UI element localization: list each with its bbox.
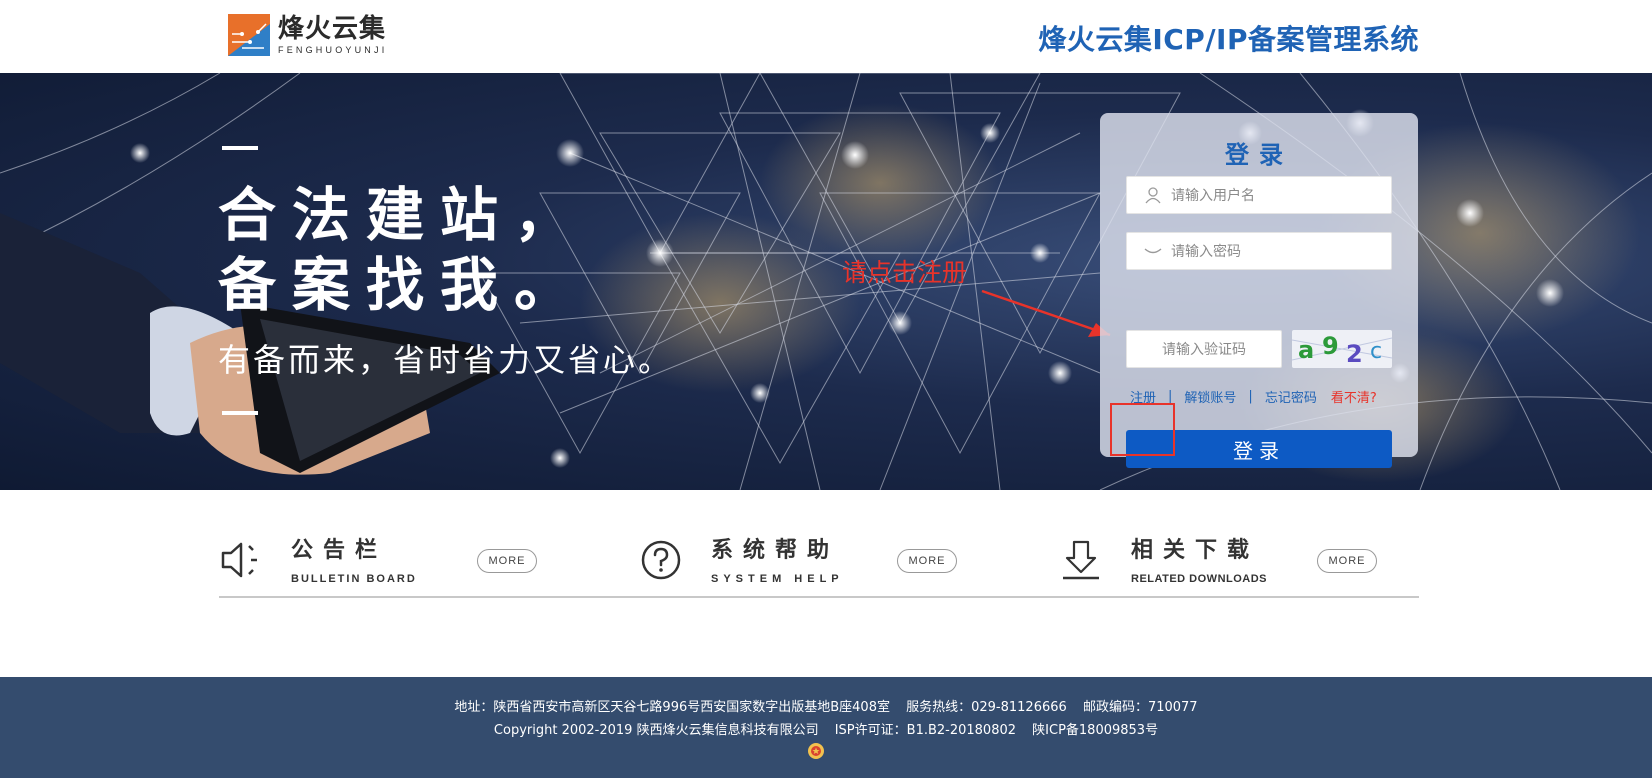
refresh-captcha-link[interactable]: 看不清? bbox=[1331, 387, 1377, 406]
svg-text:2: 2 bbox=[1346, 340, 1363, 368]
slogan-bottom-dash bbox=[222, 411, 258, 415]
help-subtitle: SYSTEM HELP bbox=[711, 573, 844, 585]
logo-en-text: FENGHUOYUNJI bbox=[278, 45, 388, 55]
downloads-more-button[interactable]: MORE bbox=[1317, 549, 1377, 573]
svg-text:c: c bbox=[1370, 339, 1382, 364]
header: 烽火云集 FENGHUOYUNJI 烽火云集ICP/IP备案管理系统 bbox=[0, 0, 1652, 73]
logo-mark-icon bbox=[228, 14, 270, 56]
help-title: 系统帮助 bbox=[711, 538, 840, 563]
footer-copyright-line: Copyright 2002-2019 陕西烽火云集信息科技有限公司 ISP许可… bbox=[0, 719, 1652, 738]
password-input[interactable]: 请输入密码 bbox=[1126, 232, 1392, 270]
footer-isp-license: ISP许可证：B1.B2-20180802 bbox=[834, 723, 1017, 738]
slogan-line-1: 合法建站， bbox=[218, 181, 589, 249]
downloads-subtitle: RELATED DOWNLOADS bbox=[1131, 573, 1268, 585]
footer-icp-link[interactable]: 陕ICP备18009853号 bbox=[1032, 723, 1158, 738]
password-placeholder: 请输入密码 bbox=[1171, 244, 1241, 260]
system-title: 烽火云集ICP/IP备案管理系统 bbox=[1038, 23, 1419, 56]
svg-text:9: 9 bbox=[1322, 332, 1339, 360]
svg-text:a: a bbox=[1298, 336, 1314, 364]
footer-hotline: 服务热线：029-81126666 bbox=[906, 700, 1067, 715]
speaker-icon bbox=[219, 538, 263, 582]
eye-closed-icon bbox=[1135, 233, 1171, 269]
footer-postcode: 邮政编码：710077 bbox=[1082, 700, 1198, 715]
logo-cn-text: 烽火云集 bbox=[278, 14, 387, 44]
login-title: 登录 bbox=[1225, 141, 1293, 169]
annotation-text: 请点击注册 bbox=[842, 258, 968, 287]
downloads-title: 相关下载 bbox=[1131, 538, 1260, 563]
download-icon bbox=[1059, 538, 1103, 582]
link-separator: | bbox=[1168, 389, 1173, 404]
slogan-subline: 有备而来，省时省力又省心。 bbox=[218, 341, 674, 379]
footer: 地址：陕西省西安市高新区天谷七路996号西安国家数字出版基地B座408室 服务热… bbox=[0, 677, 1652, 778]
question-icon bbox=[639, 538, 683, 582]
footer-contact-line: 地址：陕西省西安市高新区天谷七路996号西安国家数字出版基地B座408室 服务热… bbox=[0, 696, 1652, 715]
forgot-password-link[interactable]: 忘记密码 bbox=[1265, 387, 1317, 406]
bulletin-title: 公告栏 bbox=[291, 538, 388, 563]
register-highlight-box bbox=[1110, 403, 1175, 456]
footer-copyright: Copyright 2002-2019 陕西烽火云集信息科技有限公司 bbox=[493, 723, 819, 738]
username-placeholder: 请输入用户名 bbox=[1171, 188, 1255, 204]
captcha-placeholder: 请输入验证码 bbox=[1162, 342, 1246, 358]
slogan-line-2: 备案找我。 bbox=[218, 251, 589, 319]
bulletin-subtitle: BULLETIN BOARD bbox=[291, 573, 417, 585]
captcha-input[interactable]: 请输入验证码 bbox=[1126, 330, 1282, 368]
captcha-image[interactable]: a 9 2 c bbox=[1292, 330, 1392, 368]
hero-banner: 合法建站， 备案找我。 有备而来，省时省力又省心。 请点击注册 登录 请输入用户… bbox=[0, 73, 1652, 490]
help-more-button[interactable]: MORE bbox=[897, 549, 957, 573]
bulletin-more-button[interactable]: MORE bbox=[477, 549, 537, 573]
link-separator: | bbox=[1248, 389, 1253, 404]
police-badge-icon[interactable] bbox=[807, 742, 825, 760]
username-input[interactable]: 请输入用户名 bbox=[1126, 176, 1392, 214]
logo[interactable]: 烽火云集 FENGHUOYUNJI bbox=[228, 14, 387, 56]
user-icon bbox=[1135, 177, 1171, 213]
info-section: 公告栏 BULLETIN BOARD MORE 系统帮助 SYSTEM HELP… bbox=[219, 530, 1419, 598]
footer-address: 地址：陕西省西安市高新区天谷七路996号西安国家数字出版基地B座408室 bbox=[454, 700, 890, 715]
unlock-account-link[interactable]: 解锁账号 bbox=[1184, 387, 1236, 406]
slogan-top-dash bbox=[222, 146, 258, 150]
